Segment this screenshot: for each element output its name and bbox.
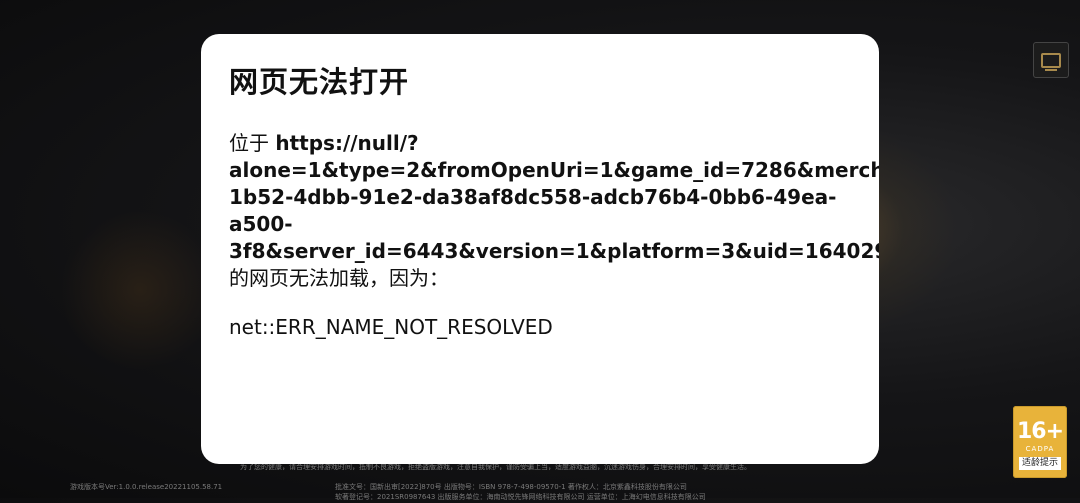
registration-info: 软著登记号：2021SR0987643 出版服务单位：海南动悦先锋网络科技有限公… [335, 493, 706, 501]
url-line-5: 3f8&server_id=6443&version=1&platform=3&… [229, 239, 879, 263]
message-suffix: 的网页无法加载，因为： [229, 266, 449, 290]
background-glow-left [60, 210, 220, 370]
age-rating: 16+ [1016, 419, 1064, 444]
url-line-3: 1b52-4dbb-91e2-da38af8dc558-adcb76b4-0bb… [229, 185, 837, 209]
age-rating-badge[interactable]: 16+ CADPA 适龄提示 [1013, 406, 1067, 478]
age-rating-label: 适龄提示 [1018, 457, 1061, 470]
url-line-1: https://null/? [275, 131, 419, 155]
game-version: 游戏版本号Ver:1.0.0.release20221105.58.71 [70, 483, 223, 491]
url-line-2: alone=1&type=2&fromOpenUri=1&game_id=728… [229, 158, 879, 182]
tv-button[interactable] [1033, 42, 1069, 78]
url-line-4: a500- [229, 212, 293, 236]
error-code: net::ERR_NAME_NOT_RESOLVED [229, 315, 553, 339]
dialog-title: 网页无法打开 [229, 65, 410, 99]
error-dialog: 网页无法打开 位于 https://null/? alone=1&type=2&… [201, 34, 879, 464]
tv-icon [1041, 52, 1061, 71]
message-prefix: 位于 [229, 131, 269, 155]
dialog-message: 位于 https://null/? alone=1&type=2&fromOpe… [229, 130, 879, 292]
rating-org: CADPA [1025, 445, 1055, 453]
url-first-line: 位于 https://null/? [229, 130, 869, 157]
